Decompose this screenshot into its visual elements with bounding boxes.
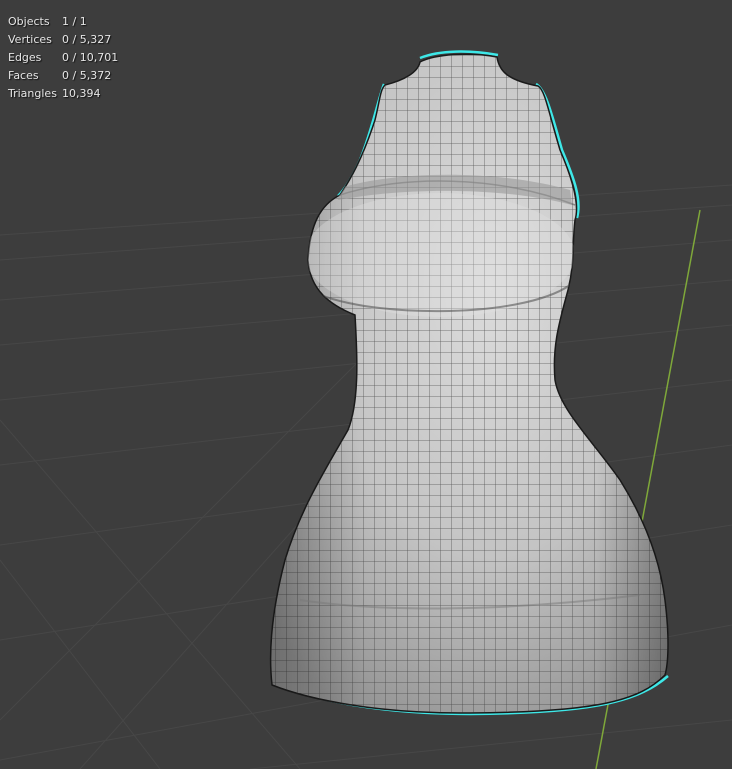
viewport-statistics-overlay: Objects 1 / 1 Vertices 0 / 5,327 Edges 0… bbox=[8, 13, 118, 103]
stat-edges: Edges 0 / 10,701 bbox=[8, 49, 118, 67]
stat-label: Edges bbox=[8, 51, 42, 64]
3d-viewport[interactable]: Objects 1 / 1 Vertices 0 / 5,327 Edges 0… bbox=[0, 0, 732, 769]
stat-objects: Objects 1 / 1 bbox=[8, 13, 118, 31]
stat-value: 0 / 5,327 bbox=[62, 33, 112, 46]
stat-triangles: Triangles 10,394 bbox=[8, 85, 118, 103]
stat-vertices: Vertices 0 / 5,327 bbox=[8, 31, 118, 49]
stat-faces: Faces 0 / 5,372 bbox=[8, 67, 118, 85]
stat-label: Triangles bbox=[8, 87, 57, 100]
stat-value: 0 / 10,701 bbox=[62, 51, 119, 64]
stat-label: Objects bbox=[8, 15, 50, 28]
stat-value: 1 / 1 bbox=[62, 15, 87, 28]
dress-mesh[interactable] bbox=[260, 40, 680, 730]
viewport-scene[interactable] bbox=[0, 0, 732, 769]
stat-value: 10,394 bbox=[62, 87, 101, 100]
stat-label: Vertices bbox=[8, 33, 52, 46]
stat-value: 0 / 5,372 bbox=[62, 69, 112, 82]
stat-label: Faces bbox=[8, 69, 39, 82]
